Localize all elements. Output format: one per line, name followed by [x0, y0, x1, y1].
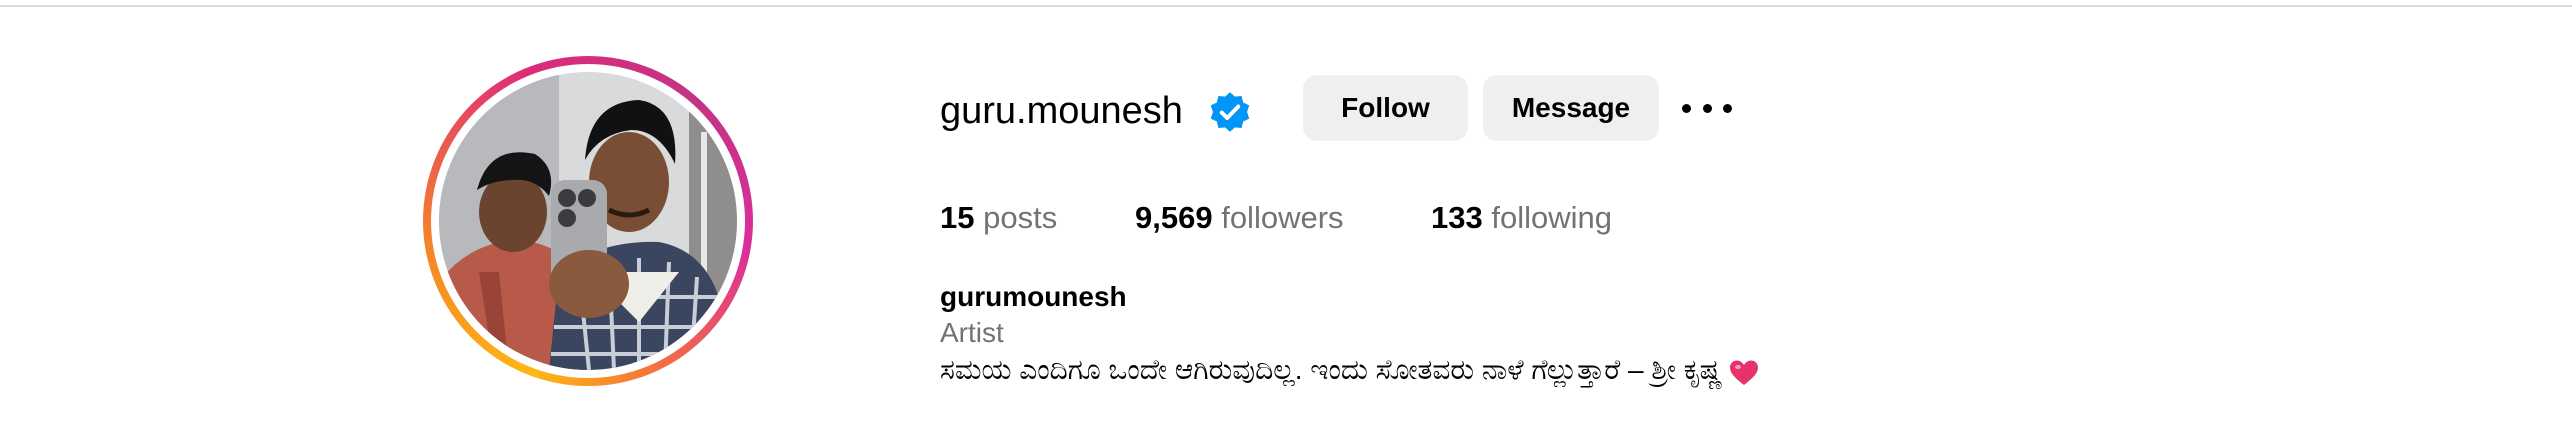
profile-avatar[interactable] [423, 56, 753, 386]
bio-text: ಸಮಯ ಎಂದಿಗೂ ಒಂದೇ ಆಗಿರುವುದಿಲ್ಲ. ಇಂದು ಸೋತವರ… [940, 354, 1723, 385]
followers-stat[interactable]: 9,569 followers [1135, 197, 1344, 239]
followers-label: followers [1221, 200, 1344, 235]
followers-count: 9,569 [1135, 200, 1213, 235]
profile-full-name: gurumounesh [940, 281, 1127, 312]
verified-badge-icon [1208, 90, 1252, 134]
more-dot [1702, 103, 1712, 113]
posts-label: posts [983, 200, 1058, 235]
follow-button[interactable]: Follow [1303, 75, 1468, 141]
following-label: following [1491, 200, 1612, 235]
top-divider [0, 0, 2572, 7]
posts-count: 15 [940, 200, 975, 235]
more-options-icon[interactable] [1682, 96, 1732, 120]
profile-username: guru.mounesh [940, 90, 1183, 132]
more-dot [1682, 103, 1691, 113]
following-stat[interactable]: 133 following [1431, 197, 1612, 239]
following-count: 133 [1431, 200, 1483, 235]
avatar-photo [439, 72, 737, 370]
message-button[interactable]: Message [1483, 75, 1659, 141]
heart-emoji-icon [1729, 358, 1759, 386]
profile-category: Artist [940, 317, 1004, 348]
posts-stat: 15 posts [940, 197, 1057, 239]
profile-bio: ಸಮಯ ಎಂದಿಗೂ ಒಂದೇ ಆಗಿರುವುದಿಲ್ಲ. ಇಂದು ಸೋತವರ… [940, 350, 1759, 390]
more-dot [1723, 103, 1732, 113]
